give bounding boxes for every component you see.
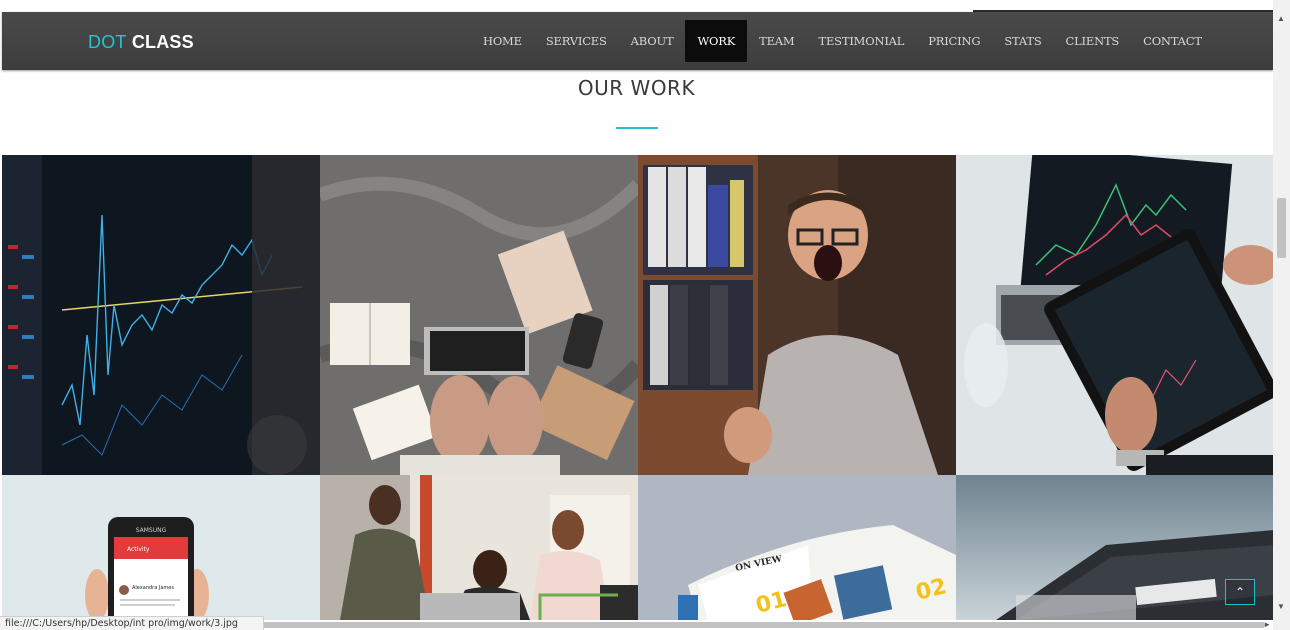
women-meeting-image xyxy=(320,475,638,620)
nav-pricing[interactable]: PRICING xyxy=(916,20,992,62)
main-nav: HOME SERVICES ABOUT WORK TEAM TESTIMONIAL PRIC… xyxy=(471,20,1214,62)
phone-contact: Alexandra James xyxy=(132,585,174,591)
gallery-item-smartphone[interactable]: SAMSUNG Activity Alexandra James xyxy=(2,475,320,620)
chevron-up-icon: ⌃ xyxy=(1234,585,1246,599)
gallery-item-stock-chart[interactable] xyxy=(2,155,320,475)
open-magazine-image: ON VIEW 01 02 xyxy=(638,475,956,620)
scroll-up-icon[interactable]: ▲ xyxy=(1277,14,1285,23)
vertical-scrollbar[interactable]: ▲ ▼ xyxy=(1273,0,1290,630)
nav-home[interactable]: HOME xyxy=(471,20,534,62)
horizontal-scrollbar[interactable]: ► xyxy=(264,620,1273,630)
gallery-item-laptop-bed[interactable] xyxy=(320,155,638,475)
phone-app-title: Activity xyxy=(127,546,150,553)
nav-work[interactable]: WORK xyxy=(685,20,748,62)
phone-brand: SAMSUNG xyxy=(136,527,167,534)
top-strip xyxy=(0,0,1273,12)
navbar: DOT CLASS HOME SERVICES ABOUT WORK TEAM TESTI… xyxy=(2,12,1273,70)
stock-chart-screen-image xyxy=(2,155,320,475)
brand-part-2: CLASS xyxy=(131,32,194,52)
tablet-trading-chart-image xyxy=(956,155,1274,475)
nav-testimonial[interactable]: TESTIMONIAL xyxy=(807,20,917,62)
nav-services[interactable]: SERVICES xyxy=(534,20,619,62)
gallery-item-magazine[interactable]: ON VIEW 01 02 xyxy=(638,475,956,620)
nav-about[interactable]: ABOUT xyxy=(619,20,686,62)
scroll-down-icon[interactable]: ▼ xyxy=(1277,602,1285,611)
back-to-top-button[interactable]: ⌃ xyxy=(1225,579,1255,605)
brand-part-1: DOT xyxy=(88,32,127,52)
scroll-right-icon[interactable]: ► xyxy=(1263,620,1271,629)
section-title: OUR WORK xyxy=(577,76,696,100)
status-bar-url: file:///C:/Users/hp/Desktop/int pro/img/… xyxy=(0,616,264,630)
nav-stats[interactable]: STATS xyxy=(992,20,1053,62)
nav-contact[interactable]: CONTACT xyxy=(1131,20,1214,62)
vertical-scroll-thumb[interactable] xyxy=(1277,198,1286,258)
laptop-on-bed-image xyxy=(320,155,638,475)
horizontal-scroll-thumb[interactable] xyxy=(264,622,1264,628)
gallery-item-excited-man[interactable] xyxy=(638,155,956,475)
nav-clients[interactable]: CLIENTS xyxy=(1054,20,1132,62)
title-underline xyxy=(616,127,658,129)
smartphone-app-image: SAMSUNG Activity Alexandra James xyxy=(2,475,320,620)
gallery-item-women-meeting[interactable] xyxy=(320,475,638,620)
nav-team[interactable]: TEAM xyxy=(747,20,806,62)
gallery-item-tablet-trading[interactable] xyxy=(956,155,1274,475)
brand-logo[interactable]: DOT CLASS xyxy=(88,32,194,53)
excited-man-image xyxy=(638,155,956,475)
